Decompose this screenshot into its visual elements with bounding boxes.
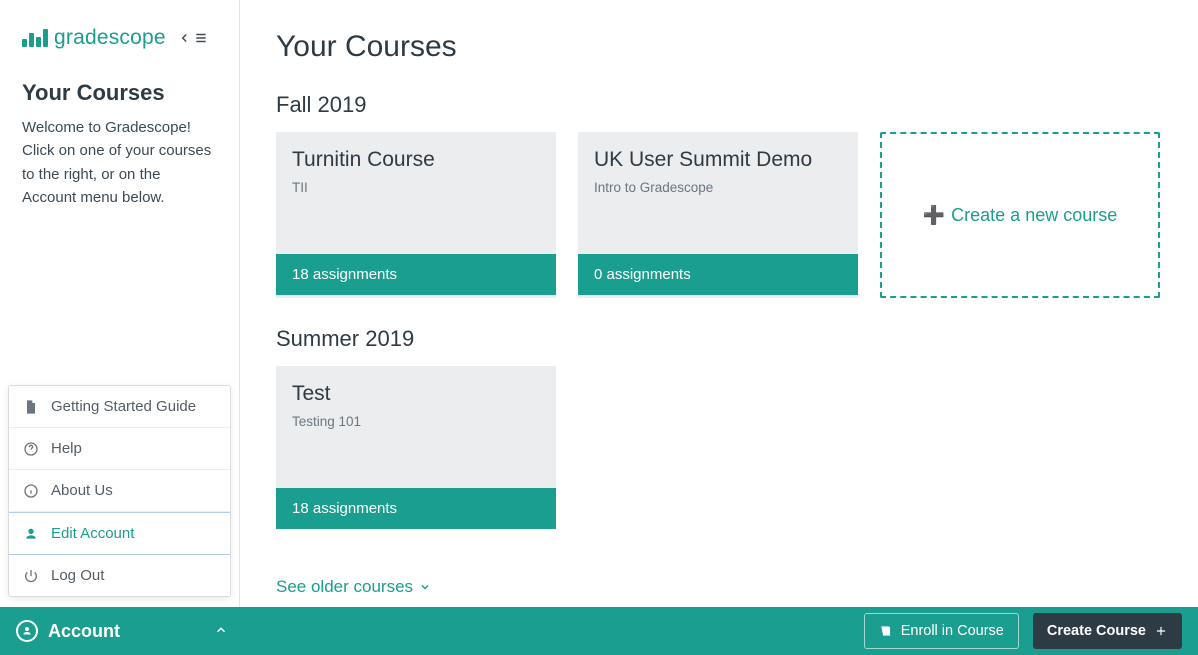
account-menu-item[interactable]: Edit Account <box>9 512 230 555</box>
course-subtitle: Testing 101 <box>292 414 540 429</box>
sidebar-title: Your Courses <box>22 80 217 106</box>
sidebar-top: gradescope Your Courses Welcome to Grade… <box>0 0 239 221</box>
sidebar-description: Welcome to Gradescope! Click on one of y… <box>22 116 217 209</box>
course-subtitle: Intro to Gradescope <box>594 180 842 195</box>
account-menu-item-label: Getting Started Guide <box>51 398 196 415</box>
account-menu-item[interactable]: Log Out <box>9 555 230 596</box>
logo[interactable]: gradescope <box>22 26 217 50</box>
course-assignments-count: 0 assignments <box>578 254 858 295</box>
term-heading: Fall 2019 <box>276 92 1162 118</box>
logo-text: gradescope <box>54 26 166 50</box>
file-icon <box>23 399 39 415</box>
account-menu-item[interactable]: Getting Started Guide <box>9 386 230 428</box>
course-assignments-count: 18 assignments <box>276 488 556 529</box>
term-section: Summer 2019 Test Testing 101 18 assignments <box>276 326 1162 529</box>
course-card-body: UK User Summit Demo Intro to Gradescope <box>578 132 858 254</box>
older-courses-label: See older courses <box>276 577 413 597</box>
term-heading: Summer 2019 <box>276 326 1162 352</box>
main: Your Courses Fall 2019 Turnitin Course TII… <box>240 0 1198 655</box>
plus-icon: ➕ <box>923 205 945 226</box>
logo-bars-icon <box>22 29 48 47</box>
account-toggle-label: Account <box>48 621 120 642</box>
course-card[interactable]: Test Testing 101 18 assignments <box>276 366 556 529</box>
account-menu-item-label: About Us <box>51 482 113 499</box>
course-card-grid: Test Testing 101 18 assignments <box>276 366 1162 529</box>
see-older-courses-link[interactable]: See older courses <box>276 577 431 597</box>
account-menu-item-label: Log Out <box>51 567 104 584</box>
account-menu-item[interactable]: About Us <box>9 470 230 512</box>
user-icon <box>23 526 39 542</box>
course-title: UK User Summit Demo <box>594 148 842 172</box>
enroll-label: Enroll in Course <box>901 623 1004 639</box>
account-menu: Getting Started Guide Help About Us Edit Ac… <box>8 385 231 597</box>
course-title: Test <box>292 382 540 406</box>
help-icon <box>23 441 39 457</box>
enroll-in-course-button[interactable]: Enroll in Course <box>864 613 1019 649</box>
account-menu-item-label: Help <box>51 440 82 457</box>
course-card[interactable]: UK User Summit Demo Intro to Gradescope 0 … <box>578 132 858 298</box>
bottom-bar: Account Enroll in Course Create Course <box>0 607 1198 655</box>
chevron-up-icon <box>214 621 228 642</box>
account-menu-item[interactable]: Help <box>9 428 230 470</box>
account-menu-item-label: Edit Account <box>51 525 134 542</box>
account-avatar-icon <box>16 620 38 642</box>
course-title: Turnitin Course <box>292 148 540 172</box>
course-card-grid: Turnitin Course TII 18 assignments UK User … <box>276 132 1162 298</box>
term-section: Fall 2019 Turnitin Course TII 18 assignment… <box>276 92 1162 298</box>
create-new-course-card[interactable]: ➕ Create a new course <box>880 132 1160 298</box>
info-icon <box>23 483 39 499</box>
plus-icon <box>1154 624 1168 638</box>
power-icon <box>23 568 39 584</box>
course-assignments-count: 18 assignments <box>276 254 556 295</box>
create-new-course-label: Create a new course <box>951 205 1117 226</box>
course-card-body: Turnitin Course TII <box>276 132 556 254</box>
page-title: Your Courses <box>276 30 1162 64</box>
chevron-down-icon <box>419 581 431 593</box>
bottom-bar-right: Enroll in Course Create Course <box>864 613 1182 649</box>
course-subtitle: TII <box>292 180 540 195</box>
account-toggle[interactable]: Account <box>16 620 256 642</box>
course-card[interactable]: Turnitin Course TII 18 assignments <box>276 132 556 298</box>
create-course-button[interactable]: Create Course <box>1033 613 1182 649</box>
collapse-sidebar-icon[interactable] <box>178 31 208 45</box>
sidebar: gradescope Your Courses Welcome to Grade… <box>0 0 240 655</box>
bottom-bar-left: Account <box>16 620 256 642</box>
create-course-label: Create Course <box>1047 623 1146 639</box>
book-icon <box>879 624 893 638</box>
course-card-body: Test Testing 101 <box>276 366 556 488</box>
